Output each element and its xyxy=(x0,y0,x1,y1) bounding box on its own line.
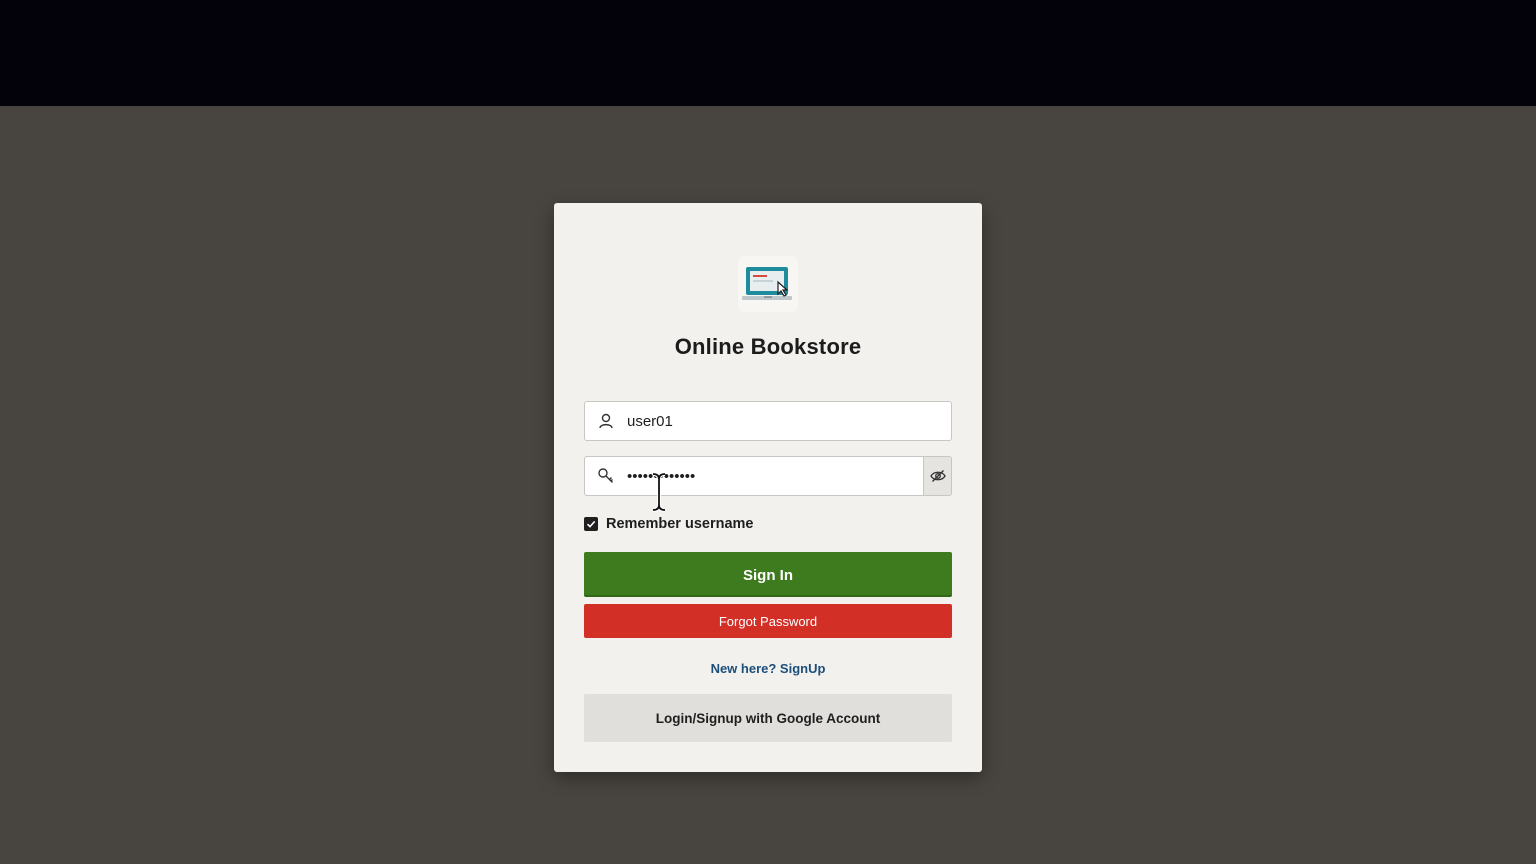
key-icon xyxy=(597,467,615,485)
remember-username-checkbox[interactable] xyxy=(584,517,598,531)
checkmark-icon xyxy=(586,520,596,528)
user-icon xyxy=(597,412,615,430)
password-input[interactable] xyxy=(627,457,913,495)
laptop-cursor-icon xyxy=(738,256,798,312)
google-login-button[interactable]: Login/Signup with Google Account xyxy=(584,694,952,742)
login-card: Online Bookstore user01 ••••••••••••• Re… xyxy=(554,203,982,772)
eye-slash-icon xyxy=(930,470,946,482)
username-input[interactable] xyxy=(627,402,941,440)
sign-in-button[interactable]: Sign In xyxy=(584,552,952,597)
password-field[interactable] xyxy=(584,456,924,496)
text-cursor-icon xyxy=(650,472,668,512)
show-password-button[interactable] xyxy=(924,456,952,496)
forgot-password-button[interactable]: Forgot Password xyxy=(584,604,952,638)
username-field[interactable] xyxy=(584,401,952,441)
signup-link[interactable]: New here? SignUp xyxy=(554,661,982,676)
top-bar xyxy=(0,0,1536,106)
remember-username-row[interactable]: Remember username xyxy=(584,515,754,533)
remember-username-label: Remember username xyxy=(606,516,754,532)
app-title: Online Bookstore xyxy=(674,334,862,359)
